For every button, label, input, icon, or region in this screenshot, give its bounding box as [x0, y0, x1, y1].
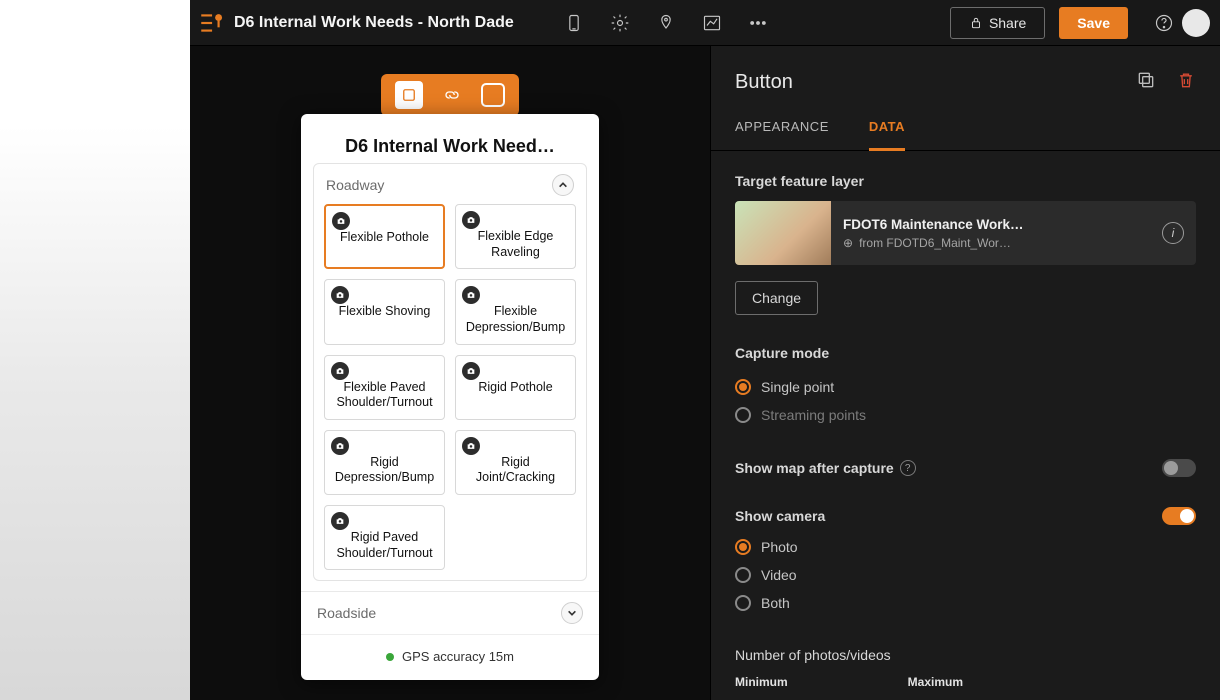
point-icon: ⊕ [843, 236, 853, 250]
device-preview: D6 Internal Work Need… Roadway Flexible … [301, 114, 599, 680]
change-layer-button[interactable]: Change [735, 281, 818, 315]
share-button[interactable]: Share [950, 7, 1045, 39]
tile-rigid-paved-shoulder-turnout[interactable]: Rigid Paved Shoulder/Turnout [324, 505, 445, 570]
radio-photo[interactable]: Photo [735, 533, 1196, 561]
canvas-toolbar [381, 74, 519, 116]
app-logo-icon [198, 10, 224, 36]
help-icon[interactable] [1154, 13, 1174, 33]
tile-rigid-depression-bump[interactable]: Rigid Depression/Bump [324, 430, 445, 495]
camera-icon [331, 362, 349, 380]
settings-icon[interactable] [610, 13, 630, 33]
tile-flexible-paved-shoulder-turnout[interactable]: Flexible Paved Shoulder/Turnout [324, 355, 445, 420]
show-camera-label: Show camera [735, 508, 825, 524]
layer-name: FDOT6 Maintenance Work… [843, 217, 1150, 232]
camera-icon [331, 512, 349, 530]
tab-data[interactable]: DATA [869, 107, 905, 151]
layer-thumbnail [735, 201, 831, 265]
camera-icon [462, 362, 480, 380]
collapse-icon[interactable] [552, 174, 574, 196]
tool-page-icon[interactable] [395, 81, 423, 109]
section-roadside-label: Roadside [317, 605, 376, 621]
target-layer-label: Target feature layer [735, 173, 1196, 189]
tile-flexible-shoving[interactable]: Flexible Shoving [324, 279, 445, 344]
gps-status: GPS accuracy 15m [301, 634, 599, 680]
camera-icon [462, 437, 480, 455]
tab-appearance[interactable]: APPEARANCE [735, 107, 829, 150]
num-photos-label: Number of photos/videos [735, 647, 1196, 663]
share-button-label: Share [989, 15, 1026, 31]
avatar[interactable] [1182, 9, 1210, 37]
tool-container-icon[interactable] [481, 83, 505, 107]
target-layer-card: FDOT6 Maintenance Work… ⊕ from FDOTD6_Mai… [735, 201, 1196, 265]
camera-icon [332, 212, 350, 230]
tile-rigid-pothole[interactable]: Rigid Pothole [455, 355, 576, 420]
tile-label: Rigid Pothole [464, 362, 567, 396]
device-preview-icon[interactable] [564, 13, 584, 33]
duplicate-icon[interactable] [1136, 70, 1156, 95]
form-title: D6 Internal Work Need… [301, 114, 599, 163]
min-label: Minimum [735, 675, 788, 689]
radio-both[interactable]: Both [735, 589, 1196, 617]
layer-source: from FDOTD6_Maint_Wor… [859, 236, 1011, 250]
tile-flexible-pothole[interactable]: Flexible Pothole [324, 204, 445, 269]
capture-mode-label: Capture mode [735, 345, 1196, 361]
show-map-label: Show map after capture [735, 460, 894, 476]
more-icon[interactable] [748, 13, 768, 33]
offline-icon[interactable] [656, 13, 676, 33]
radio-single-point[interactable]: Single point [735, 373, 1196, 401]
delete-icon[interactable] [1176, 70, 1196, 95]
tile-flexible-edge-raveling[interactable]: Flexible Edge Raveling [455, 204, 576, 269]
analytics-icon[interactable] [702, 13, 722, 33]
panel-title: Button [735, 71, 793, 94]
toggle-show-map[interactable] [1162, 459, 1196, 477]
max-label: Maximum [908, 675, 963, 689]
radio-video[interactable]: Video [735, 561, 1196, 589]
help-show-map-icon[interactable]: ? [900, 460, 916, 476]
camera-icon [462, 211, 480, 229]
section-roadway-label: Roadway [326, 177, 384, 193]
tile-rigid-joint-cracking[interactable]: Rigid Joint/Cracking [455, 430, 576, 495]
project-title: D6 Internal Work Needs - North Dade [234, 14, 514, 32]
camera-icon [331, 437, 349, 455]
tool-link-icon[interactable] [438, 81, 466, 109]
toggle-show-camera[interactable] [1162, 507, 1196, 525]
save-button[interactable]: Save [1059, 7, 1128, 39]
layer-info-icon[interactable]: i [1162, 222, 1184, 244]
expand-icon[interactable] [561, 602, 583, 624]
gps-dot-icon [386, 653, 394, 661]
radio-streaming-points[interactable]: Streaming points [735, 401, 1196, 429]
tile-flexible-depression-bump[interactable]: Flexible Depression/Bump [455, 279, 576, 344]
